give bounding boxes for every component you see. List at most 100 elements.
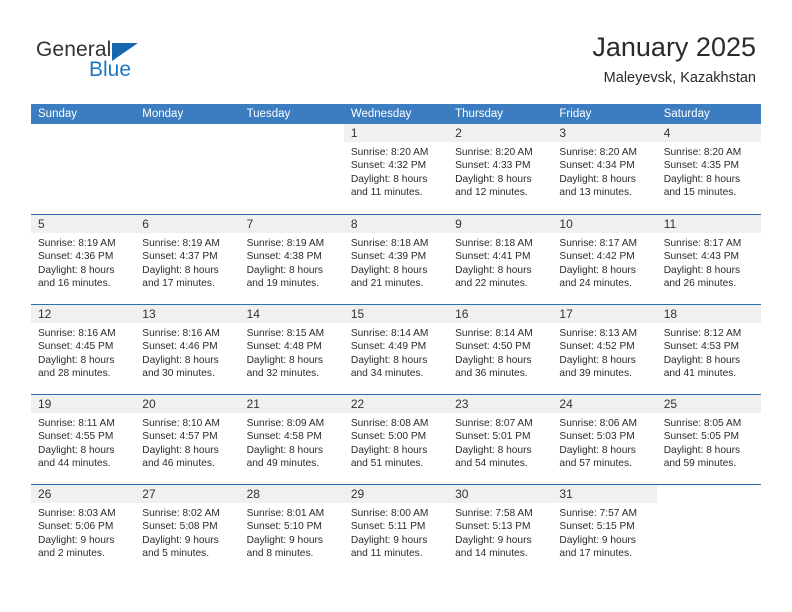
day-detail-line: Sunrise: 8:19 AM [246,238,325,249]
calendar-day-cell[interactable]: 11 Sunrise: 8:17 AM Sunset: 4:43 PM Dayligh… [656,215,761,304]
day-number-band: 8 [343,215,449,233]
day-number-band: 24 [552,395,657,413]
day-detail-line: Sunset: 4:45 PM [38,341,114,353]
day-detail-line: Daylight: 8 hours [559,354,636,366]
day-number: 12 [38,307,52,321]
day-number-band: 10 [552,215,657,233]
day-number: 30 [455,487,469,501]
day-number-band [240,124,344,142]
calendar-day-cell[interactable]: 8 Sunrise: 8:18 AM Sunset: 4:39 PM Daylight… [343,215,449,304]
day-detail-line: Sunset: 5:11 PM [350,521,426,533]
calendar-day-cell[interactable]: 24 Sunrise: 8:06 AM Sunset: 5:03 PM Dayligh… [552,395,657,484]
calendar-day-cell[interactable]: 22 Sunrise: 8:08 AM Sunset: 5:00 PM Dayligh… [343,395,449,484]
calendar-day-cell[interactable]: 27 Sunrise: 8:02 AM Sunset: 5:08 PM Dayligh… [135,485,240,574]
day-detail-lines: Sunrise: 8:01 AM Sunset: 5:10 PM Daylight:… [240,503,344,561]
calendar-day-cell[interactable]: 28 Sunrise: 8:01 AM Sunset: 5:10 PM Dayligh… [239,485,344,574]
day-detail-lines: Sunrise: 7:58 AM Sunset: 5:13 PM Daylight:… [448,503,552,561]
day-detail-line: Sunset: 4:55 PM [38,431,114,443]
day-number-band: 15 [343,305,449,323]
day-detail-line: and 14 minutes. [455,548,528,560]
day-detail-line: Sunrise: 8:14 AM [455,328,533,339]
day-detail-line: Sunrise: 8:16 AM [142,328,220,339]
day-number-band: 23 [448,395,553,413]
calendar-day-cell[interactable]: 7 Sunrise: 8:19 AM Sunset: 4:38 PM Daylight… [239,215,344,304]
calendar-day-cell[interactable]: 15 Sunrise: 8:14 AM Sunset: 4:49 PM Dayligh… [343,305,449,394]
day-detail-lines: Sunrise: 8:03 AM Sunset: 5:06 PM Daylight:… [31,503,135,561]
calendar-day-cell[interactable]: 23 Sunrise: 8:07 AM Sunset: 5:01 PM Dayligh… [448,395,553,484]
day-detail-line: Sunrise: 8:06 AM [559,418,637,429]
day-detail-line: Sunrise: 8:07 AM [455,418,533,429]
day-number-band [657,485,761,503]
day-detail-lines: Sunrise: 8:20 AM Sunset: 4:32 PM Daylight:… [344,142,448,200]
day-detail-line: Daylight: 8 hours [38,264,115,276]
calendar-day-cell[interactable]: 18 Sunrise: 8:12 AM Sunset: 4:53 PM Dayligh… [656,305,761,394]
day-detail-line: Sunset: 4:36 PM [38,251,114,263]
day-detail-line: Daylight: 9 hours [455,534,532,546]
day-number-band: 28 [239,485,344,503]
day-detail-line: Sunset: 4:32 PM [350,160,427,172]
calendar-day-cell[interactable]: 5 Sunrise: 8:19 AM Sunset: 4:36 PM Daylight… [31,215,136,304]
calendar-day-cell[interactable]: 4 Sunrise: 8:20 AM Sunset: 4:35 PM Daylight… [656,124,761,214]
day-detail-line: Sunrise: 8:02 AM [142,508,220,519]
calendar-day-cell[interactable]: 20 Sunrise: 8:10 AM Sunset: 4:57 PM Dayligh… [135,395,240,484]
day-detail-lines: Sunrise: 8:05 AM Sunset: 5:05 PM Daylight:… [657,413,761,471]
day-detail-line: Sunrise: 8:17 AM [559,238,637,249]
day-detail-line: Sunset: 4:39 PM [350,251,427,263]
calendar-week-row: 26 Sunrise: 8:03 AM Sunset: 5:06 PM Dayligh… [31,484,761,574]
calendar-day-cell[interactable]: 30 Sunrise: 7:58 AM Sunset: 5:13 PM Dayligh… [448,485,553,574]
day-number: 9 [455,217,462,231]
calendar-day-cell[interactable]: 21 Sunrise: 8:09 AM Sunset: 4:58 PM Dayligh… [239,395,344,484]
page-header: General Blue January 2025 Maleyevsk, Kaz… [0,0,792,100]
day-detail-line: Sunset: 4:52 PM [559,341,635,353]
calendar-day-cell[interactable]: 16 Sunrise: 8:14 AM Sunset: 4:50 PM Dayligh… [448,305,553,394]
calendar-day-cell[interactable]: 29 Sunrise: 8:00 AM Sunset: 5:11 PM Dayligh… [343,485,449,574]
day-number: 17 [559,307,573,321]
day-detail-line: Sunrise: 8:20 AM [350,147,429,158]
day-detail-line: and 16 minutes. [38,278,111,290]
calendar-day-cell[interactable]: 2 Sunrise: 8:20 AM Sunset: 4:33 PM Daylight… [448,124,553,214]
calendar-day-cell[interactable]: 1 Sunrise: 8:20 AM Sunset: 4:32 PM Daylight… [343,124,449,214]
day-detail-line: Daylight: 8 hours [455,173,532,185]
calendar-empty-cell [135,124,240,214]
day-detail-line: Sunset: 4:58 PM [246,431,322,443]
calendar-day-cell[interactable]: 10 Sunrise: 8:17 AM Sunset: 4:42 PM Dayligh… [552,215,657,304]
day-detail-line: Daylight: 9 hours [350,534,428,546]
calendar-day-cell[interactable]: 25 Sunrise: 8:05 AM Sunset: 5:05 PM Dayligh… [656,395,761,484]
day-detail-line: Daylight: 8 hours [663,173,741,185]
calendar-day-cell[interactable]: 26 Sunrise: 8:03 AM Sunset: 5:06 PM Dayligh… [31,485,136,574]
weekday-header-sunday: Sunday [38,108,78,120]
day-detail-line: Sunrise: 8:01 AM [246,508,325,519]
calendar-grid: Sunday Monday Tuesday Wednesday Thursday Frid… [31,104,761,574]
calendar-day-cell[interactable]: 12 Sunrise: 8:16 AM Sunset: 4:45 PM Dayligh… [31,305,136,394]
day-number-band: 12 [31,305,136,323]
day-number: 11 [663,217,677,231]
day-detail-line: and 57 minutes. [559,458,632,470]
calendar-day-cell[interactable]: 19 Sunrise: 8:11 AM Sunset: 4:55 PM Dayligh… [31,395,136,484]
day-number-band: 5 [31,215,136,233]
day-detail-line: Daylight: 8 hours [38,354,115,366]
day-detail-line: Sunrise: 7:57 AM [559,508,637,519]
general-blue-logo[interactable]: General Blue [36,38,236,86]
calendar-day-cell[interactable]: 31 Sunrise: 7:57 AM Sunset: 5:15 PM Dayligh… [552,485,657,574]
day-number-band: 21 [239,395,344,413]
day-detail-line: Daylight: 8 hours [246,444,324,456]
day-detail-line: Sunset: 5:00 PM [350,431,427,443]
day-detail-lines: Sunrise: 8:13 AM Sunset: 4:52 PM Daylight:… [552,323,656,381]
day-detail-line: Sunrise: 8:03 AM [38,508,116,519]
day-detail-line: Daylight: 9 hours [38,534,115,546]
day-detail-line: Daylight: 9 hours [246,534,324,546]
day-detail-lines: Sunrise: 8:20 AM Sunset: 4:33 PM Daylight:… [448,142,552,200]
day-detail-line: and 44 minutes. [38,458,111,470]
day-detail-lines: Sunrise: 8:14 AM Sunset: 4:49 PM Daylight:… [344,323,448,381]
day-number-band: 25 [656,395,761,413]
day-number: 19 [38,397,52,411]
calendar-day-cell[interactable]: 3 Sunrise: 8:20 AM Sunset: 4:34 PM Daylight… [552,124,657,214]
calendar-day-cell[interactable]: 17 Sunrise: 8:13 AM Sunset: 4:52 PM Dayligh… [552,305,657,394]
day-detail-line: and 11 minutes. [350,548,423,560]
calendar-day-cell[interactable]: 13 Sunrise: 8:16 AM Sunset: 4:46 PM Dayligh… [135,305,240,394]
calendar-day-cell[interactable]: 9 Sunrise: 8:18 AM Sunset: 4:41 PM Daylight… [448,215,553,304]
calendar-day-cell[interactable]: 14 Sunrise: 8:15 AM Sunset: 4:48 PM Dayligh… [239,305,344,394]
day-number: 1 [350,126,358,140]
calendar-day-cell[interactable]: 6 Sunrise: 8:19 AM Sunset: 4:37 PM Daylight… [135,215,240,304]
day-number: 15 [350,307,365,321]
